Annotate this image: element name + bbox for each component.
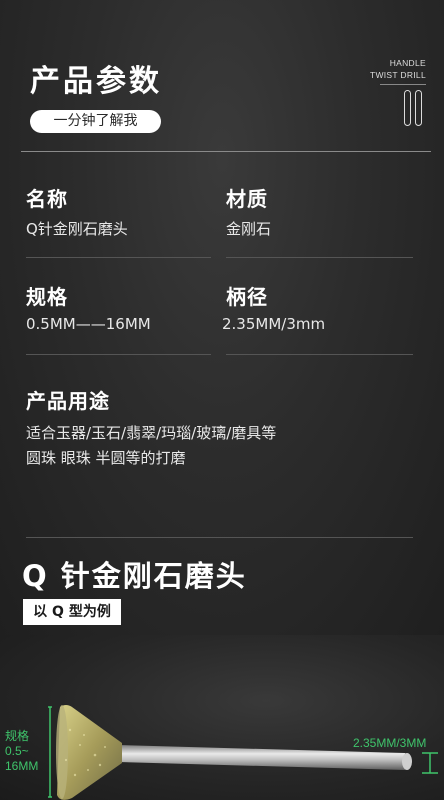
bar-left <box>404 90 411 126</box>
spec-label-material: 材质 <box>226 187 268 211</box>
spec-value-shank: 2.35MM/3mm <box>222 315 326 333</box>
diamond-burr-illustration <box>48 705 438 800</box>
size-annotation-label: 规格 <box>5 729 30 743</box>
handle-underline <box>380 84 426 85</box>
usage-text: 适合玉器/玉石/翡翠/玛瑙/玻璃/磨具等 圆珠 眼珠 半圆等的打磨 <box>26 421 276 471</box>
spec-value-name: Q针金刚石磨头 <box>26 220 128 238</box>
page-title: 产品参数 <box>30 64 162 99</box>
shank-bracket <box>422 752 438 774</box>
handle-caption: HANDLE TWIST DRILL <box>346 57 426 81</box>
usage-line2: 圆珠 眼珠 半圆等的打磨 <box>26 449 186 467</box>
handle-caption-line1: HANDLE <box>389 58 426 68</box>
size-bracket <box>48 706 52 798</box>
size-annotation-range1: 0.5~ <box>5 744 29 758</box>
bar-right <box>415 90 422 126</box>
usage-label: 产品用途 <box>26 389 110 413</box>
row-divider <box>226 257 413 258</box>
size-annotation-range2: 16MM <box>5 759 39 773</box>
pause-bars-icon <box>404 90 426 126</box>
subtitle-pill: 一分钟了解我 <box>30 110 161 133</box>
row-divider <box>26 354 211 355</box>
shank-end <box>402 753 412 770</box>
spec-label-shank: 柄径 <box>226 285 268 309</box>
header-divider <box>21 151 431 152</box>
spec-label-size: 规格 <box>26 285 68 309</box>
spec-value-size: 0.5MM——16MM <box>26 315 151 333</box>
shank-annotation: 2.35MM/3MM <box>353 736 427 750</box>
size-annotation: 规格 0.5~ 16MM <box>5 729 38 774</box>
handle-caption-line2: TWIST DRILL <box>369 70 426 80</box>
product-photo <box>0 635 444 800</box>
row-divider <box>226 354 413 355</box>
spec-value-material: 金刚石 <box>226 220 272 238</box>
example-tag: 以 Q 型为例 <box>23 599 121 625</box>
spec-label-name: 名称 <box>26 187 68 211</box>
row-divider <box>26 257 211 258</box>
section-divider <box>26 537 413 538</box>
product-title: Q 针金刚石磨头 <box>22 559 247 593</box>
usage-line1: 适合玉器/玉石/翡翠/玛瑙/玻璃/磨具等 <box>26 424 277 442</box>
